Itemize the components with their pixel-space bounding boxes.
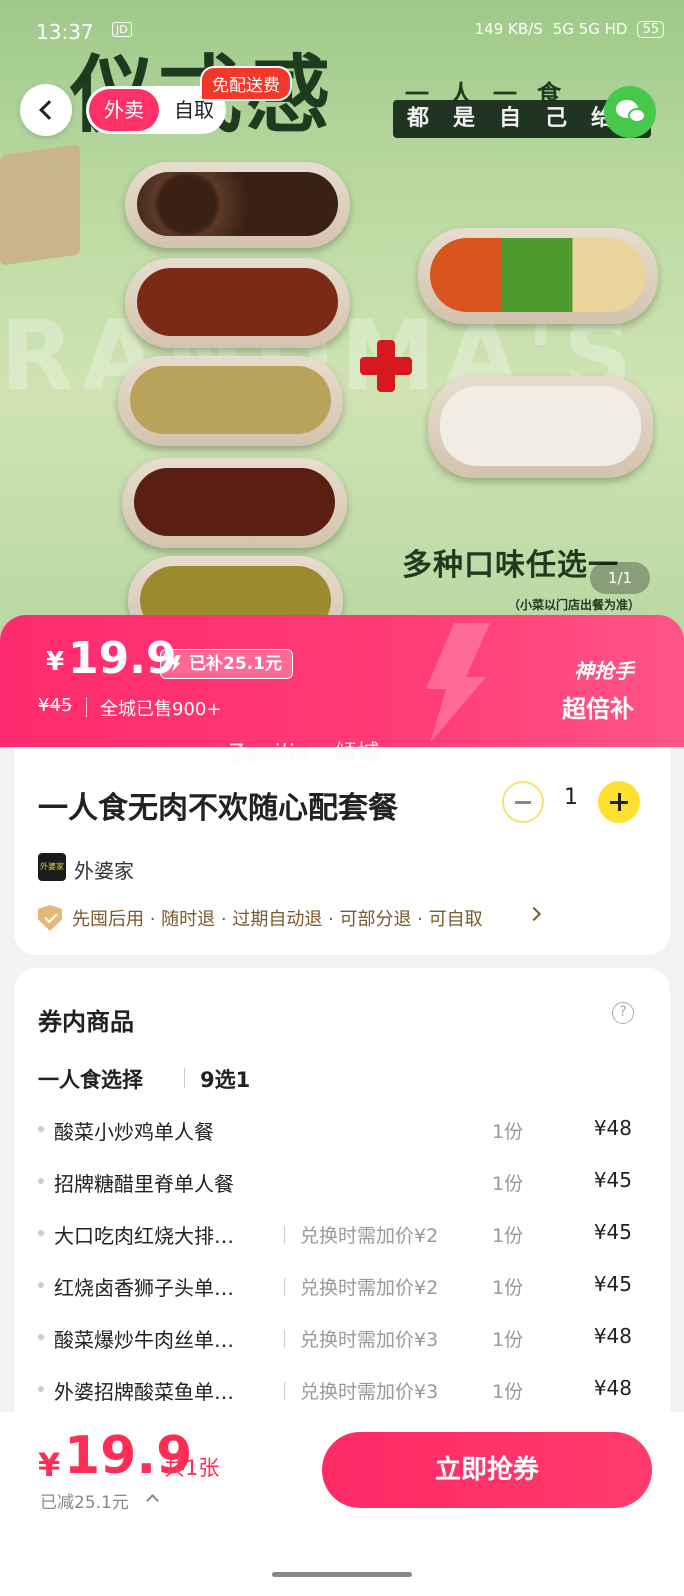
network-indicator: 5G 5G HD	[552, 20, 628, 38]
item-surcharge: 兑换时需加价¥2	[300, 1225, 439, 1247]
list-item: 外婆招牌酸菜鱼单… 兑换时需加价¥3 1份 ¥48	[14, 1364, 670, 1416]
list-item: 大口吃肉红烧大排… 兑换时需加价¥2 1份 ¥45	[14, 1208, 670, 1260]
divider	[184, 1068, 185, 1088]
decrease-quantity-button[interactable]	[502, 781, 544, 823]
shield-check-icon	[38, 905, 62, 931]
status-right: 149 KB/S 5G 5G HD 55	[475, 20, 664, 38]
promo-line-2: 超倍补	[562, 695, 634, 723]
tab-delivery[interactable]: 外卖	[89, 89, 159, 131]
item-quantity: 1份	[492, 1329, 524, 1351]
item-name: 酸菜爆炒牛肉丝单…	[54, 1328, 234, 1352]
share-button[interactable]	[604, 86, 656, 138]
item-price: ¥45	[593, 1272, 632, 1296]
takeaway-bag-image	[0, 144, 80, 266]
subsidy-badge: 已补25.1元	[160, 649, 293, 679]
food-tray-fish	[118, 356, 343, 446]
item-quantity: 1份	[492, 1121, 524, 1143]
item-price: ¥48	[593, 1324, 632, 1348]
chevron-right-icon[interactable]	[526, 906, 542, 922]
plus-sign-graphic	[360, 340, 412, 392]
included-items-card: 券内商品 ? 一人食选择 9选1 酸菜小炒鸡单人餐 1份 ¥48 招牌糖醋里脊单…	[14, 968, 670, 1428]
item-price: ¥45	[593, 1168, 632, 1192]
list-item: 红烧卤香狮子头单… 兑换时需加价¥2 1份 ¥45	[14, 1260, 670, 1312]
item-price: ¥45	[593, 1220, 632, 1244]
item-quantity: 1份	[492, 1173, 524, 1195]
back-icon	[39, 100, 59, 120]
food-tray-sweet-sour	[122, 458, 347, 548]
product-info-card: Zanilia · 倾城 一人食无肉不欢随心配套餐 1 外婆家 外婆家 先囤后用…	[14, 741, 670, 955]
quantity-value: 1	[564, 785, 578, 810]
food-tray-side-dishes	[418, 228, 658, 324]
price-banner: ¥ 19.9 已补25.1元 ¥45 全城已售900+ 神抢手 超倍补	[0, 615, 684, 747]
item-quantity: 1份	[492, 1381, 524, 1403]
bullet	[38, 1334, 44, 1340]
status-bar: 13:37 JD 149 KB/S 5G 5G HD 55	[0, 0, 684, 62]
sold-count: 全城已售900+	[100, 699, 222, 720]
home-indicator[interactable]	[272, 1572, 412, 1577]
divider	[86, 697, 87, 717]
item-surcharge: 兑换时需加价¥3	[300, 1329, 439, 1351]
increase-quantity-button[interactable]	[598, 781, 640, 823]
item-name: 酸菜小炒鸡单人餐	[54, 1120, 214, 1144]
plus-icon	[610, 793, 628, 811]
item-name: 招牌糖醋里脊单人餐	[54, 1172, 234, 1196]
hero-note: （小菜以门店出餐为准）	[508, 598, 641, 612]
promo-line-1: 神抢手	[574, 659, 634, 683]
store-logo[interactable]: 外婆家	[38, 853, 66, 881]
item-name: 红烧卤香狮子头单…	[54, 1276, 234, 1300]
food-tray-rice	[428, 376, 653, 478]
section-heading: 券内商品	[38, 1008, 134, 1036]
lightning-decor	[426, 623, 490, 743]
item-price: ¥48	[593, 1376, 632, 1400]
carrier-badge: JD	[112, 22, 132, 37]
item-surcharge: 兑换时需加价¥3	[300, 1381, 439, 1403]
battery-indicator: 55	[637, 20, 664, 38]
chevron-up-icon[interactable]	[146, 1494, 159, 1507]
item-name: 大口吃肉红烧大排…	[54, 1224, 234, 1248]
help-icon[interactable]: ?	[612, 1002, 634, 1024]
screen: RANDMA'S HOM 仪式感 一人一食 都是自己给 多种口味任选一 （小菜以…	[0, 0, 684, 1596]
bullet	[38, 1178, 44, 1184]
bottom-purchase-bar: ¥ 19.9 共1张 已减25.1元 立即抢券	[0, 1412, 684, 1596]
refund-policies-link[interactable]: 先囤后用 · 随时退 · 过期自动退 · 可部分退 · 可自取	[72, 905, 483, 931]
item-price: ¥48	[593, 1116, 632, 1140]
hero-slogan: 多种口味任选一	[402, 548, 619, 583]
food-tray-ribs	[125, 258, 350, 348]
original-price: ¥45	[38, 695, 73, 716]
coupon-count: 共1张	[164, 1456, 220, 1480]
list-item: 酸菜小炒鸡单人餐 1份 ¥48	[14, 1104, 670, 1156]
net-speed: 149 KB/S	[474, 20, 543, 38]
food-tray-meatballs	[125, 162, 350, 248]
list-item: 招牌糖醋里脊单人餐 1份 ¥45	[14, 1156, 670, 1208]
item-quantity: 1份	[492, 1277, 524, 1299]
watermark: Zanilia · 倾城	[229, 741, 381, 766]
back-button[interactable]	[20, 84, 72, 136]
group-count: 9选1	[200, 1068, 251, 1092]
bullet	[38, 1126, 44, 1132]
list-item: 酸菜爆炒牛肉丝单… 兑换时需加价¥3 1份 ¥48	[14, 1312, 670, 1364]
buy-now-button[interactable]: 立即抢券	[322, 1432, 652, 1508]
product-title: 一人食无肉不欢随心配套餐	[38, 791, 398, 826]
banner-currency: ¥	[46, 647, 65, 677]
saved-amount[interactable]: 已减25.1元	[40, 1488, 129, 1513]
item-surcharge: 兑换时需加价¥2	[300, 1277, 439, 1299]
bullet	[38, 1386, 44, 1392]
divider	[284, 1278, 285, 1296]
group-name: 一人食选择	[38, 1068, 143, 1092]
divider	[284, 1382, 285, 1400]
divider	[284, 1330, 285, 1348]
image-pager: 1/1	[590, 562, 650, 594]
divider	[284, 1226, 285, 1244]
bottom-currency: ¥	[38, 1446, 61, 1484]
store-name[interactable]: 外婆家	[74, 855, 134, 884]
status-time: 13:37	[36, 20, 94, 44]
bullet	[38, 1282, 44, 1288]
item-quantity: 1份	[492, 1225, 524, 1247]
free-delivery-badge: 免配送费	[200, 66, 292, 101]
bullet	[38, 1230, 44, 1236]
item-name: 外婆招牌酸菜鱼单…	[54, 1380, 234, 1404]
minus-icon	[515, 800, 531, 804]
